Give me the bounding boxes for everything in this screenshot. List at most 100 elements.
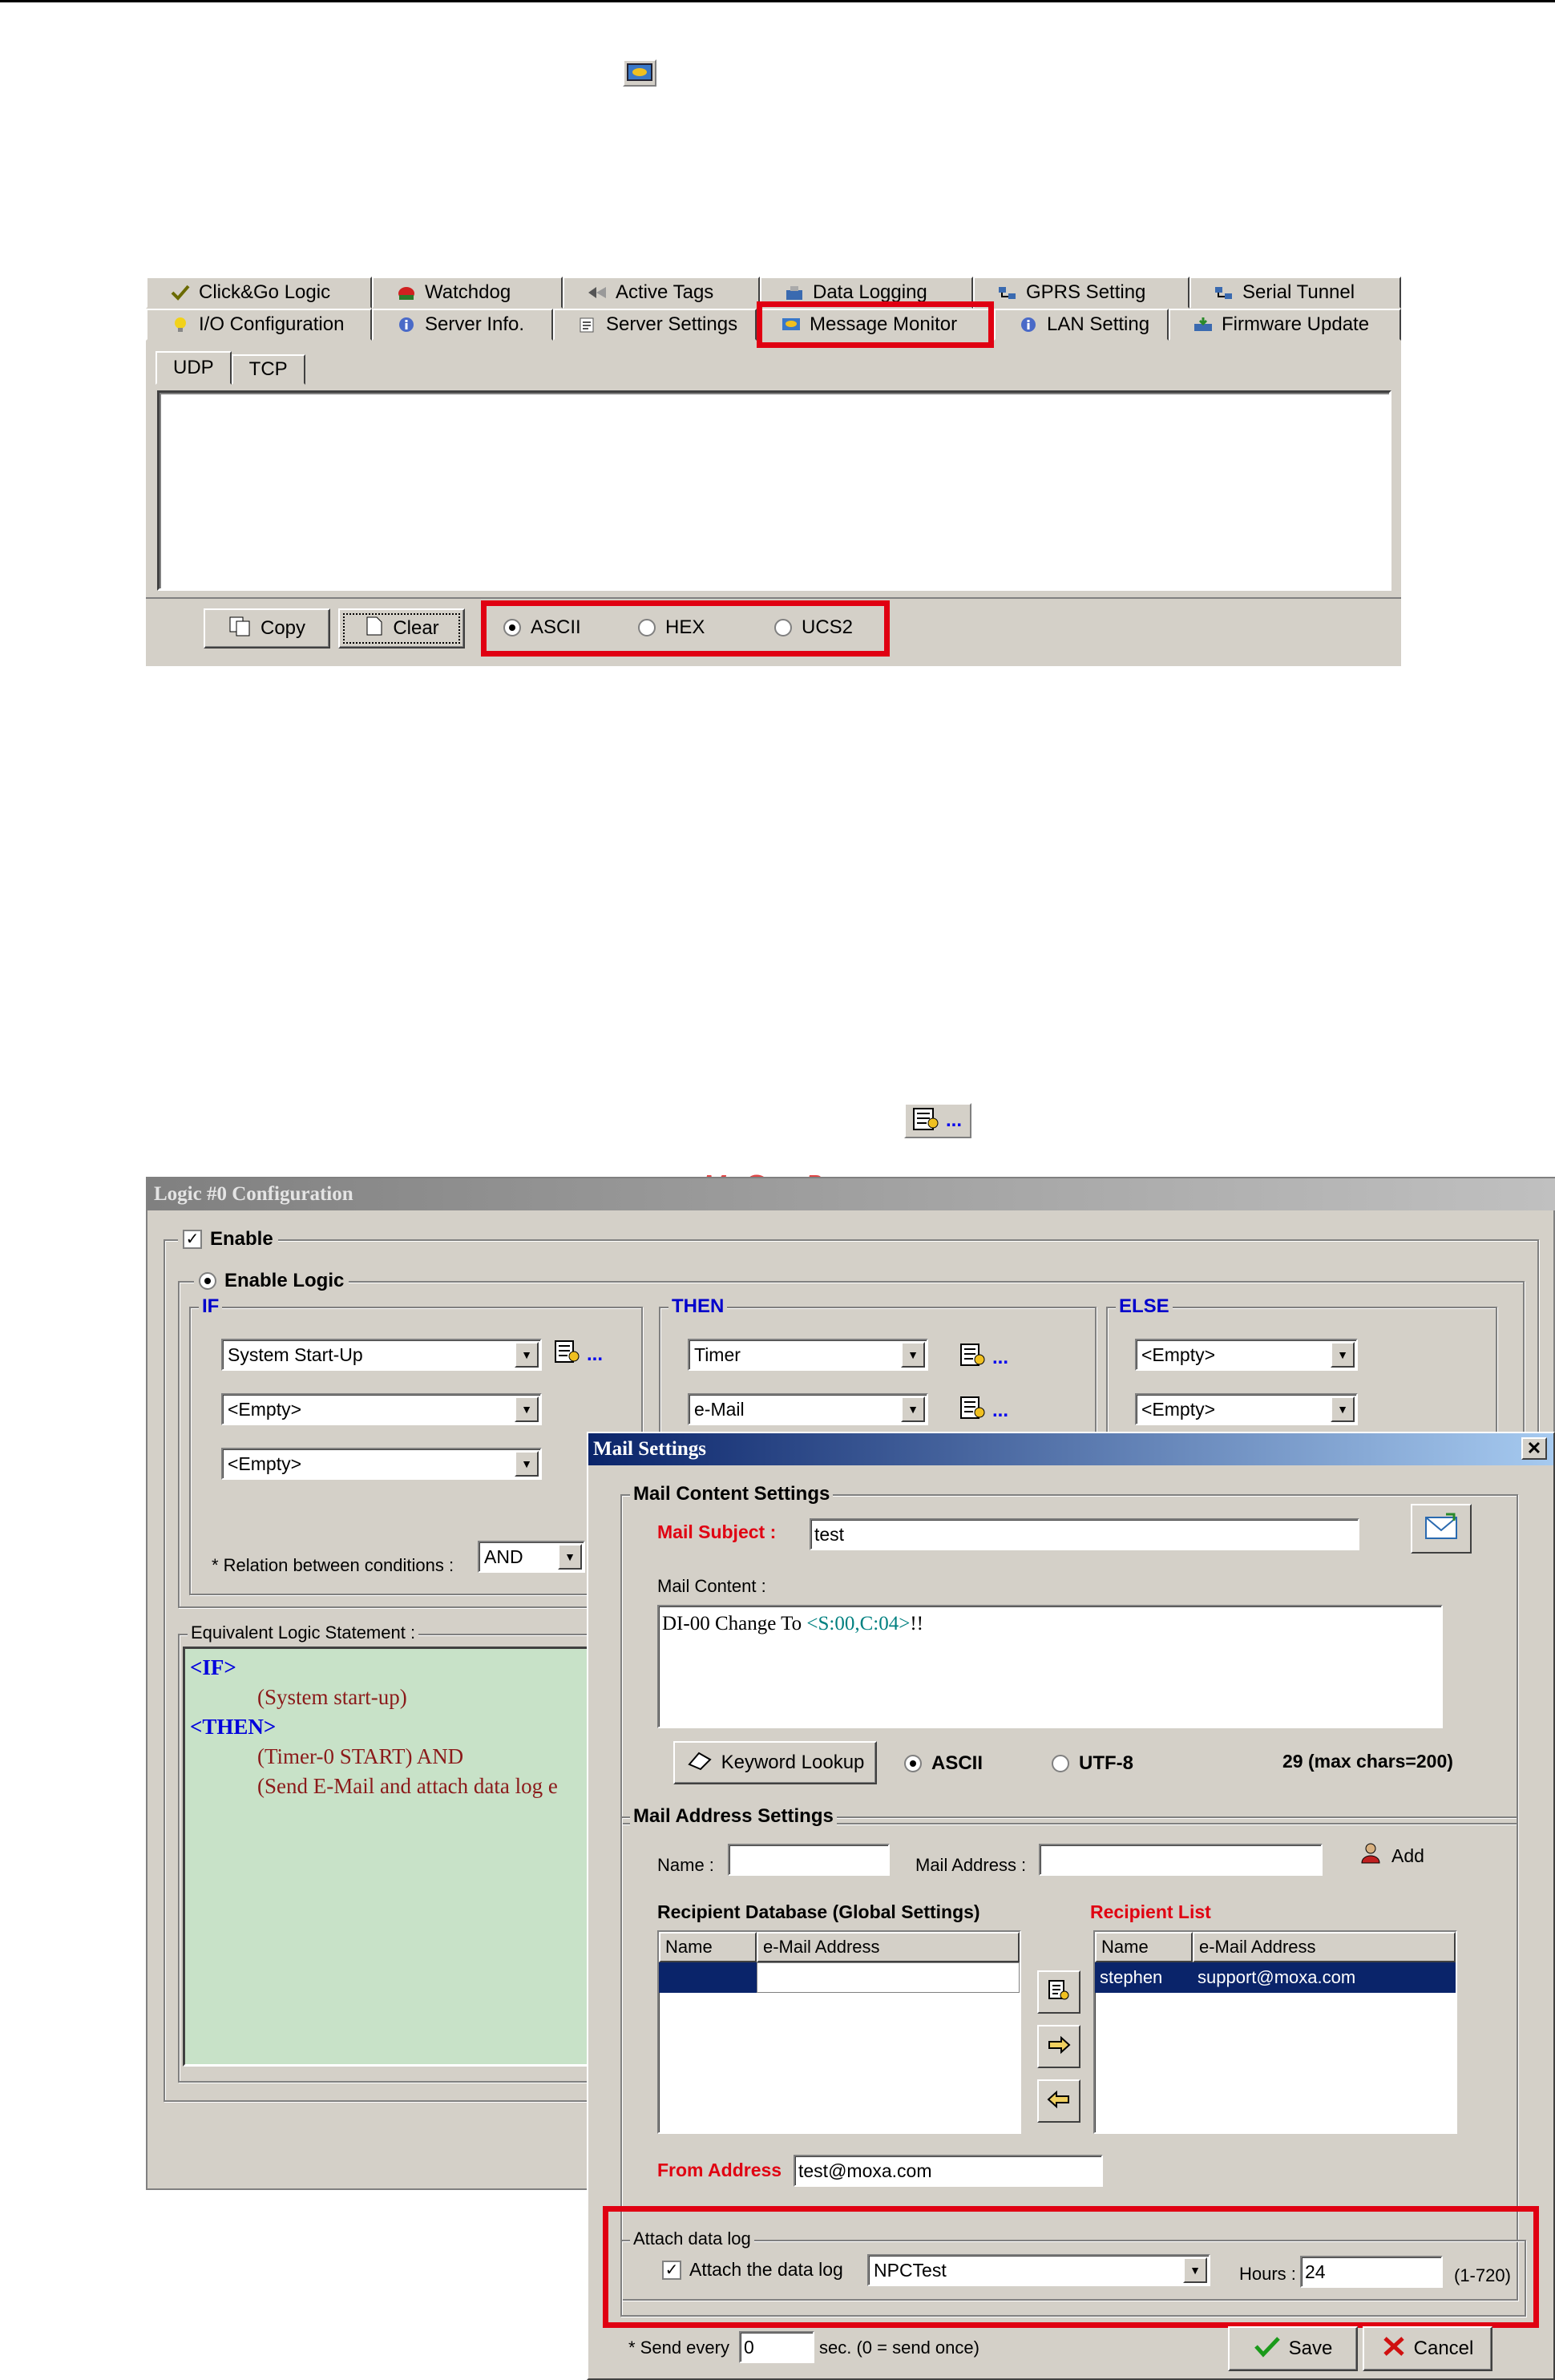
message-log-area[interactable]	[157, 390, 1391, 591]
close-icon[interactable]: ✕	[1521, 1437, 1547, 1460]
chevron-down-icon[interactable]: ▼	[1331, 1342, 1355, 1368]
attach-data-log-checkbox[interactable]: ✓ Attach the data log	[662, 2259, 843, 2281]
logic-statement-box: <IF> (System start-up) <THEN> (Timer-0 S…	[183, 1647, 600, 2067]
column-name[interactable]: Name	[1095, 1932, 1193, 1962]
from-address-input[interactable]: test@moxa.com	[794, 2155, 1103, 2187]
radio-hex[interactable]: HEX	[638, 616, 705, 639]
mail-address-input[interactable]	[1039, 1844, 1323, 1876]
checkbox-box[interactable]: ✓	[662, 2260, 681, 2280]
tab-click-go-logic[interactable]: Click&Go Logic	[146, 277, 372, 309]
relation-select[interactable]: AND ▼	[478, 1541, 585, 1573]
radio-mail-utf8[interactable]: UTF-8	[1052, 1752, 1133, 1775]
select-value: <Empty>	[228, 1398, 302, 1420]
chevron-down-icon[interactable]: ▼	[901, 1396, 925, 1422]
then-action-2-select[interactable]: e-Mail ▼	[688, 1393, 928, 1425]
list-item[interactable]	[659, 1962, 1020, 1993]
protocol-tabs: UDP TCP	[156, 351, 305, 385]
cell-name	[659, 1962, 757, 1993]
firmware-icon	[1193, 316, 1214, 333]
chevron-down-icon[interactable]: ▼	[1183, 2257, 1207, 2283]
tab-server-settings[interactable]: Server Settings	[553, 309, 757, 341]
column-email[interactable]: e-Mail Address	[1193, 1932, 1456, 1962]
mail-settings-dialog: Mail Settings ✕ Mail Content Settings Ma…	[587, 1432, 1555, 2380]
cancel-button[interactable]: Cancel	[1363, 2326, 1492, 2371]
radio-ascii[interactable]: ASCII	[503, 616, 581, 639]
tab-server-info[interactable]: Server Info.	[372, 309, 553, 341]
else-action-2-select[interactable]: <Empty> ▼	[1135, 1393, 1358, 1425]
copy-button[interactable]: Copy	[204, 608, 330, 649]
recipient-list[interactable]: Name e-Mail Address stephen support@moxa…	[1093, 1930, 1457, 2134]
chevron-down-icon[interactable]: ▼	[515, 1342, 539, 1368]
tab-watchdog[interactable]: Watchdog	[372, 277, 563, 309]
save-button[interactable]: Save	[1228, 2326, 1358, 2371]
save-label: Save	[1288, 2338, 1333, 2359]
tab-active-tags[interactable]: Active Tags	[563, 277, 760, 309]
select-value: <Empty>	[1141, 1398, 1216, 1420]
input-value: 0	[744, 2336, 754, 2358]
clear-button[interactable]: Clear	[338, 608, 465, 649]
then-action-1-settings[interactable]: ...	[959, 1342, 1008, 1373]
tab-firmware-update[interactable]: Firmware Update	[1169, 309, 1401, 341]
if-condition-1-settings[interactable]: ...	[553, 1339, 603, 1370]
tab-row-1: Click&Go Logic Watchdog Active Tags Data…	[146, 277, 1401, 309]
checkbox-box[interactable]: ✓	[183, 1230, 202, 1249]
hours-input[interactable]: 24	[1300, 2256, 1443, 2288]
then-action-1-select[interactable]: Timer ▼	[688, 1339, 928, 1371]
chevron-down-icon[interactable]: ▼	[515, 1451, 539, 1477]
tags-icon	[587, 284, 608, 301]
cancel-icon	[1382, 2335, 1406, 2363]
enable-checkbox[interactable]: ✓ Enable	[178, 1228, 278, 1251]
attach-data-log-group-label: Attach data log	[630, 2228, 754, 2249]
radio-dot[interactable]	[1052, 1755, 1069, 1772]
tab-udp[interactable]: UDP	[156, 351, 232, 385]
radio-mail-ascii[interactable]: ASCII	[904, 1752, 983, 1775]
radio-dot[interactable]	[199, 1272, 216, 1290]
input-value: test	[814, 1523, 845, 1545]
keyword-lookup-button[interactable]: Keyword Lookup	[673, 1741, 877, 1784]
watchdog-icon	[396, 284, 417, 301]
mail-subject-input[interactable]: test	[810, 1518, 1359, 1550]
radio-dot[interactable]	[503, 619, 521, 636]
tab-serial-tunnel[interactable]: Serial Tunnel	[1189, 277, 1401, 309]
mail-content-value: DI-00 Change To <S:00,C:04>!!	[662, 1613, 923, 1635]
enable-logic-radio[interactable]: Enable Logic	[194, 1270, 349, 1292]
if-condition-3-select[interactable]: <Empty> ▼	[221, 1448, 542, 1480]
if-condition-2-select[interactable]: <Empty> ▼	[221, 1393, 542, 1425]
mail-content-textarea[interactable]: DI-00 Change To <S:00,C:04>!!	[657, 1605, 1443, 1728]
radio-dot[interactable]	[904, 1755, 922, 1772]
if-condition-1-select[interactable]: System Start-Up ▼	[221, 1339, 542, 1371]
tab-message-monitor[interactable]: Message Monitor	[757, 309, 994, 341]
bulb-icon	[170, 316, 191, 333]
tab-tcp[interactable]: TCP	[231, 354, 305, 385]
tab-data-logging[interactable]: Data Logging	[760, 277, 973, 309]
data-log-select[interactable]: NPCTest ▼	[867, 2254, 1210, 2286]
tab-gprs-setting[interactable]: GPRS Setting	[973, 277, 1189, 309]
recipient-database-list[interactable]: Name e-Mail Address	[657, 1930, 1021, 2134]
add-user-icon	[1359, 1842, 1385, 1869]
radio-dot[interactable]	[638, 619, 656, 636]
move-right-button[interactable]	[1037, 2025, 1080, 2068]
move-left-button[interactable]	[1037, 2079, 1080, 2123]
then-action-2-settings[interactable]: ...	[959, 1395, 1008, 1426]
chevron-down-icon[interactable]: ▼	[901, 1342, 925, 1368]
name-input[interactable]	[728, 1844, 890, 1876]
else-action-1-select[interactable]: <Empty> ▼	[1135, 1339, 1358, 1371]
column-name[interactable]: Name	[659, 1932, 757, 1962]
column-email[interactable]: e-Mail Address	[757, 1932, 1020, 1962]
chevron-down-icon[interactable]: ▼	[558, 1544, 582, 1570]
send-every-input[interactable]: 0	[739, 2331, 814, 2363]
send-test-mail-button[interactable]	[1411, 1504, 1472, 1554]
chevron-down-icon[interactable]: ▼	[1331, 1396, 1355, 1422]
radio-dot[interactable]	[774, 619, 792, 636]
tab-label: GPRS Setting	[1026, 281, 1146, 303]
list-item[interactable]: stephen support@moxa.com	[1095, 1962, 1456, 1993]
tab-label: Data Logging	[813, 281, 927, 303]
copy-icon	[1047, 1978, 1071, 2006]
attach-label: Attach the data log	[689, 2259, 843, 2280]
chevron-down-icon[interactable]: ▼	[515, 1396, 539, 1422]
radio-ucs2[interactable]: UCS2	[774, 616, 853, 639]
add-recipient-button[interactable]: Add	[1359, 1842, 1424, 1869]
add-to-list-button[interactable]	[1037, 1970, 1080, 2014]
tab-io-configuration[interactable]: I/O Configuration	[146, 309, 372, 341]
tab-lan-setting[interactable]: LAN Setting	[994, 309, 1169, 341]
